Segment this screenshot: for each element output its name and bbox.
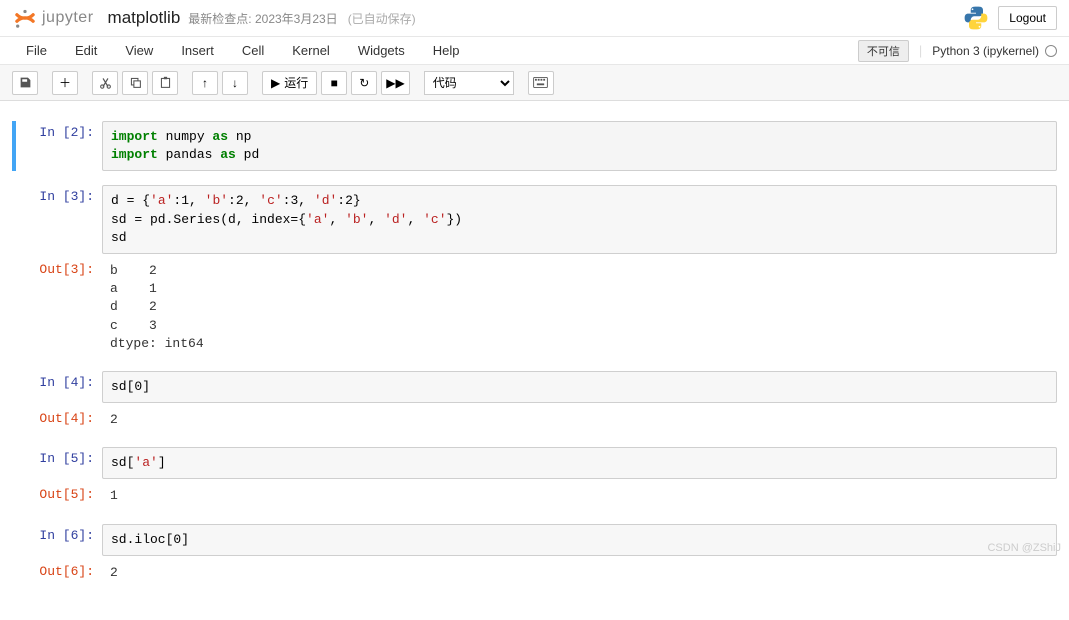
stop-icon: ■: [331, 76, 338, 90]
code-cell[interactable]: In [2]:import numpy as np import pandas …: [12, 121, 1057, 171]
code-cell[interactable]: In [6]:sd.iloc[0]: [12, 524, 1057, 556]
python-icon: [962, 4, 990, 32]
stop-button[interactable]: ■: [321, 71, 347, 95]
run-label: 运行: [284, 74, 308, 91]
menu-view[interactable]: View: [111, 39, 167, 62]
arrow-up-icon: ↑: [202, 76, 208, 90]
checkpoint-label: 最新检查点: 2023年3月23日: [188, 10, 337, 27]
notebook-name[interactable]: matplotlib: [108, 8, 181, 28]
paste-button[interactable]: [152, 71, 178, 95]
output-cell: Out[3]:b 2 a 1 d 2 c 3 dtype: int64: [12, 258, 1057, 357]
output-prompt: Out[6]:: [12, 560, 102, 586]
play-icon: ▶: [271, 76, 280, 90]
save-button[interactable]: [12, 71, 38, 95]
logout-button[interactable]: Logout: [998, 6, 1057, 30]
input-prompt: In [2]:: [16, 121, 102, 171]
menu-edit[interactable]: Edit: [61, 39, 111, 62]
cut-button[interactable]: [92, 71, 118, 95]
copy-button[interactable]: [122, 71, 148, 95]
menu-help[interactable]: Help: [419, 39, 474, 62]
menu-file[interactable]: File: [12, 39, 61, 62]
jupyter-icon: [12, 5, 38, 31]
output-cell: Out[4]:2: [12, 407, 1057, 433]
code-input[interactable]: sd.iloc[0]: [102, 524, 1057, 556]
restart-run-all-button[interactable]: ▶▶: [381, 71, 409, 95]
notebook-area: In [2]:import numpy as np import pandas …: [0, 101, 1069, 620]
autosave-label: (已自动保存): [348, 10, 416, 27]
code-input[interactable]: sd['a']: [102, 447, 1057, 479]
save-icon: [19, 76, 32, 89]
jupyter-logo[interactable]: jupyter: [12, 5, 94, 31]
kernel-name: Python 3 (ipykernel): [932, 44, 1039, 58]
output-text: 2: [102, 560, 1057, 586]
code-cell[interactable]: In [5]:sd['a']: [12, 447, 1057, 479]
trust-badge[interactable]: 不可信: [858, 40, 909, 62]
input-prompt: In [6]:: [12, 524, 102, 556]
copy-icon: [129, 76, 142, 89]
code-input[interactable]: sd[0]: [102, 371, 1057, 403]
menu-cell[interactable]: Cell: [228, 39, 278, 62]
restart-icon: ↻: [359, 76, 369, 90]
arrow-down-icon: ↓: [232, 76, 238, 90]
move-up-button[interactable]: ↑: [192, 71, 218, 95]
fast-forward-icon: ▶▶: [386, 76, 404, 90]
run-button[interactable]: ▶ 运行: [262, 71, 317, 95]
kernel-status-icon: [1045, 45, 1057, 57]
paste-icon: [159, 76, 172, 89]
menu-insert[interactable]: Insert: [167, 39, 228, 62]
keyboard-icon: [533, 77, 548, 88]
header: jupyter matplotlib 最新检查点: 2023年3月23日 (已自…: [0, 0, 1069, 37]
watermark: CSDN @ZShiJ: [987, 542, 1061, 554]
command-palette-button[interactable]: [528, 71, 554, 95]
restart-button[interactable]: ↻: [351, 71, 377, 95]
scissors-icon: [99, 76, 112, 89]
menubar: FileEditViewInsertCellKernelWidgetsHelp …: [0, 37, 1069, 65]
code-input[interactable]: d = {'a':1, 'b':2, 'c':3, 'd':2} sd = pd…: [102, 185, 1057, 254]
output-text: b 2 a 1 d 2 c 3 dtype: int64: [102, 258, 1057, 357]
output-prompt: Out[3]:: [12, 258, 102, 357]
output-prompt: Out[4]:: [12, 407, 102, 433]
output-text: 2: [102, 407, 1057, 433]
output-prompt: Out[5]:: [12, 483, 102, 509]
toolbar: ＋ ↑ ↓ ▶ 运行 ■ ↻ ▶▶ 代码: [0, 65, 1069, 101]
menu-widgets[interactable]: Widgets: [344, 39, 419, 62]
header-right: Logout: [962, 4, 1057, 32]
plus-icon: ＋: [59, 74, 71, 91]
input-prompt: In [3]:: [12, 185, 102, 254]
input-prompt: In [4]:: [12, 371, 102, 403]
code-cell[interactable]: In [4]:sd[0]: [12, 371, 1057, 403]
add-cell-button[interactable]: ＋: [52, 71, 78, 95]
cell-type-select[interactable]: 代码: [424, 71, 514, 95]
move-down-button[interactable]: ↓: [222, 71, 248, 95]
input-prompt: In [5]:: [12, 447, 102, 479]
code-cell[interactable]: In [3]:d = {'a':1, 'b':2, 'c':3, 'd':2} …: [12, 185, 1057, 254]
output-text: 1: [102, 483, 1057, 509]
jupyter-text: jupyter: [42, 9, 94, 27]
output-cell: Out[5]:1: [12, 483, 1057, 509]
output-cell: Out[6]:2: [12, 560, 1057, 586]
menu-kernel[interactable]: Kernel: [278, 39, 344, 62]
kernel-indicator[interactable]: Python 3 (ipykernel): [932, 44, 1057, 58]
code-input[interactable]: import numpy as np import pandas as pd: [102, 121, 1057, 171]
